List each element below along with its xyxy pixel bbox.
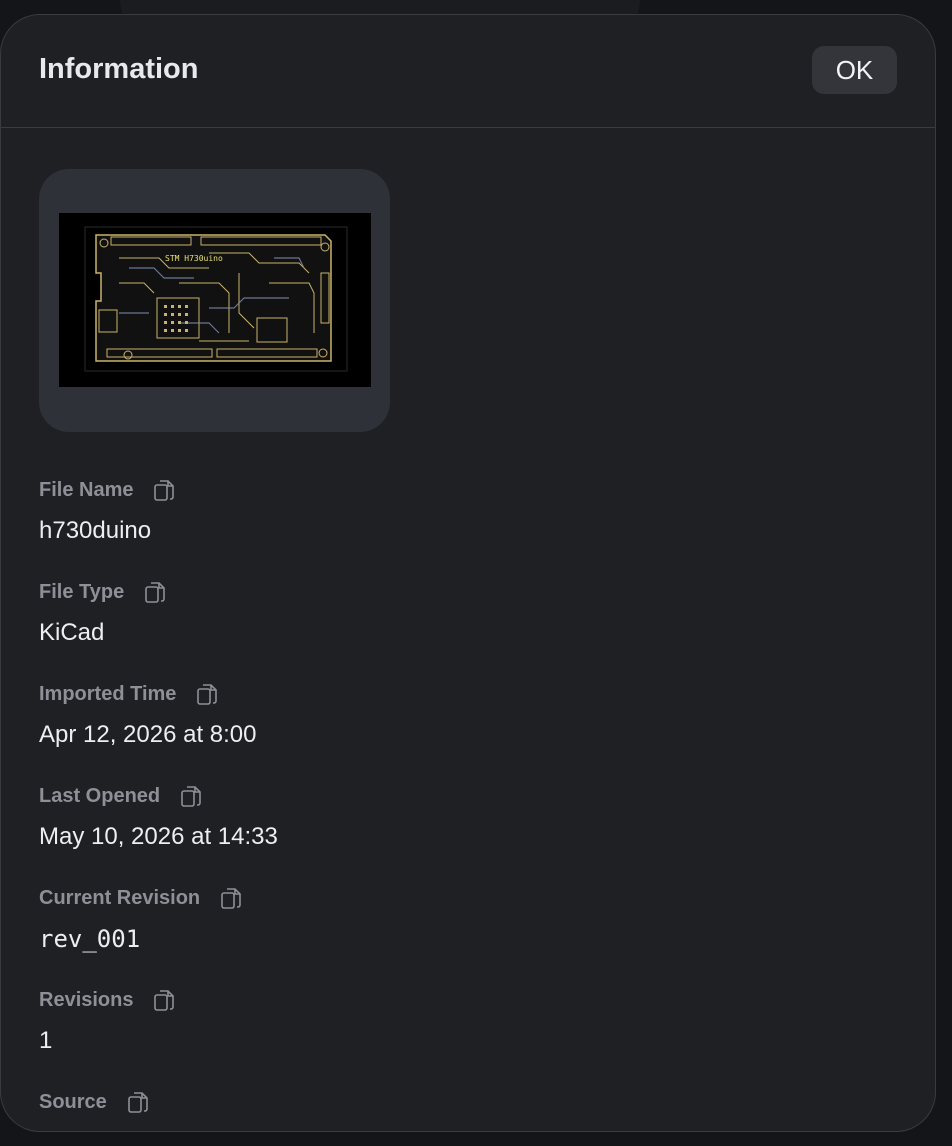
field-file-type: File Type KiCad — [39, 577, 278, 679]
pcb-preview-image: STM H730uino — [59, 213, 371, 387]
copy-icon[interactable] — [194, 681, 220, 707]
field-value: h730duino — [39, 517, 152, 544]
field-label: Revisions — [39, 988, 134, 1011]
pcb-silkscreen-label: STM H730uino — [165, 254, 223, 263]
field-revisions: Revisions 1 — [39, 985, 278, 1087]
copy-icon[interactable] — [125, 1089, 151, 1115]
field-value: May 10, 2026 at 14:33 — [39, 823, 278, 850]
ok-button[interactable]: OK — [812, 46, 897, 94]
field-value: KiCad — [39, 619, 105, 646]
copy-icon[interactable] — [218, 885, 244, 911]
field-label: Last Opened — [39, 784, 161, 807]
field-label: Imported Time — [39, 682, 177, 705]
field-value: Apr 12, 2026 at 8:00 — [39, 721, 257, 748]
copy-icon[interactable] — [151, 477, 177, 503]
pcb-thumbnail: STM H730uino — [59, 213, 371, 387]
field-imported-time: Imported Time Apr 12, 2026 at 8:00 — [39, 679, 278, 781]
dialog-title: Information — [39, 53, 199, 85]
pcb-thumbnail-card: STM H730uino — [39, 169, 390, 432]
copy-icon[interactable] — [142, 579, 168, 605]
information-dialog: Information OK STM H730uino File Name h7… — [0, 14, 936, 1132]
field-label: Current Revision — [39, 886, 201, 909]
copy-icon[interactable] — [178, 783, 204, 809]
info-field-list: File Name h730duino File Type KiCad Impo… — [39, 475, 278, 1131]
copy-icon[interactable] — [151, 987, 177, 1013]
field-file-name: File Name h730duino — [39, 475, 278, 577]
field-source: Source — [39, 1087, 278, 1131]
field-value: 1 — [39, 1027, 53, 1054]
field-current-revision: Current Revision rev_001 — [39, 883, 278, 985]
field-label: File Type — [39, 580, 125, 603]
dialog-header: Information OK — [1, 15, 935, 128]
field-label: Source — [39, 1090, 107, 1113]
field-label: File Name — [39, 478, 134, 501]
field-last-opened: Last Opened May 10, 2026 at 14:33 — [39, 781, 278, 883]
field-value: rev_001 — [39, 925, 141, 953]
